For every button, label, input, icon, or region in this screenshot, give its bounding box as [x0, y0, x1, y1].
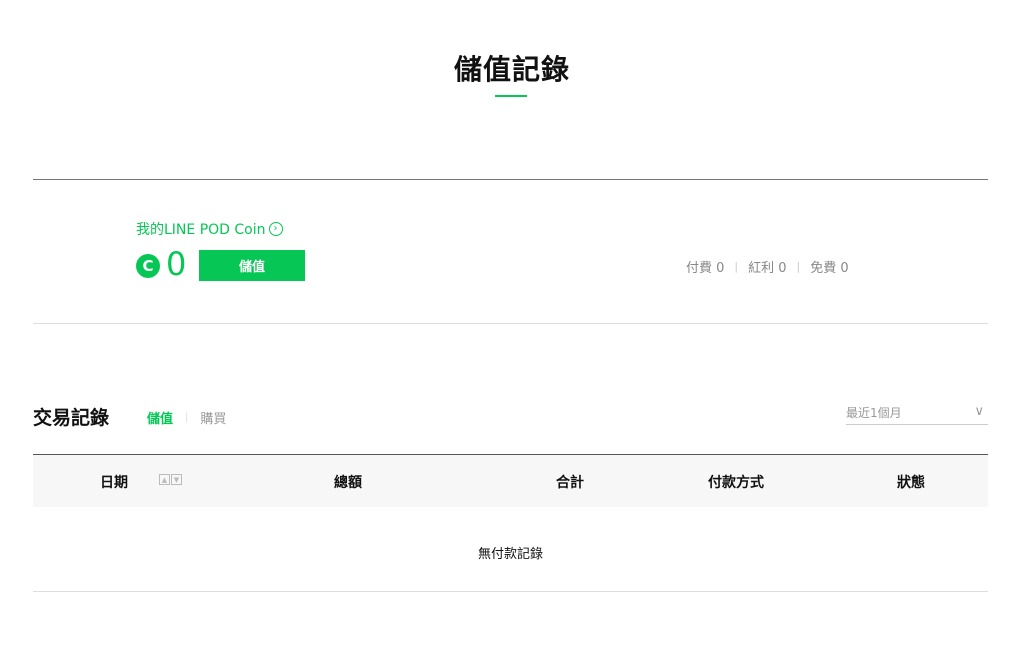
circle-arrow-icon: › [268, 222, 283, 236]
coin-icon: C [136, 254, 160, 278]
topup-button[interactable]: 儲值 [199, 250, 305, 281]
empty-state-message: 無付款記錄 [477, 547, 543, 562]
tab-separator: | [185, 412, 189, 423]
bonus-coins: 紅利 0 [748, 261, 787, 276]
free-coins: 免費 0 [810, 261, 849, 276]
period-select[interactable]: 最近1個月 ∨ [846, 398, 988, 425]
coin-balance-link[interactable]: 我的LINE POD Coin › [136, 219, 283, 239]
section-divider [33, 323, 988, 324]
sort-controls: ▲ ▼ [159, 474, 182, 485]
empty-state-row: 無付款記錄 [33, 507, 988, 592]
tab-topup[interactable]: 儲值 [147, 408, 173, 427]
coin-amount: 0 [166, 245, 187, 283]
page-title: 儲值記錄 [453, 53, 570, 86]
chevron-down-icon: ∨ [974, 404, 984, 419]
breakdown-separator: | [796, 260, 801, 273]
paid-coins: 付費 0 [686, 261, 725, 276]
coin-balance-label: 我的LINE POD Coin [136, 222, 266, 238]
column-status: 狀態 [897, 475, 925, 491]
table-header: 日期 ▲ ▼ 總額 合計 付款方式 狀態 [33, 454, 988, 507]
tab-purchase[interactable]: 購買 [200, 408, 226, 427]
transactions-title: 交易記錄 [33, 407, 110, 429]
title-underline [495, 95, 527, 97]
breakdown-separator: | [734, 260, 739, 273]
period-selected-value: 最近1個月 [846, 406, 902, 420]
sort-down-icon[interactable]: ▼ [171, 474, 182, 485]
column-date: 日期 [100, 475, 128, 491]
column-total: 總額 [334, 475, 362, 491]
transaction-tabs: 儲值 | 購買 [147, 408, 226, 427]
coin-breakdown: 付費 0 | 紅利 0 | 免費 0 [686, 257, 849, 276]
column-sum: 合計 [556, 475, 584, 491]
column-payment-method: 付款方式 [708, 475, 764, 491]
sort-up-icon[interactable]: ▲ [159, 474, 170, 485]
section-divider [33, 179, 988, 180]
